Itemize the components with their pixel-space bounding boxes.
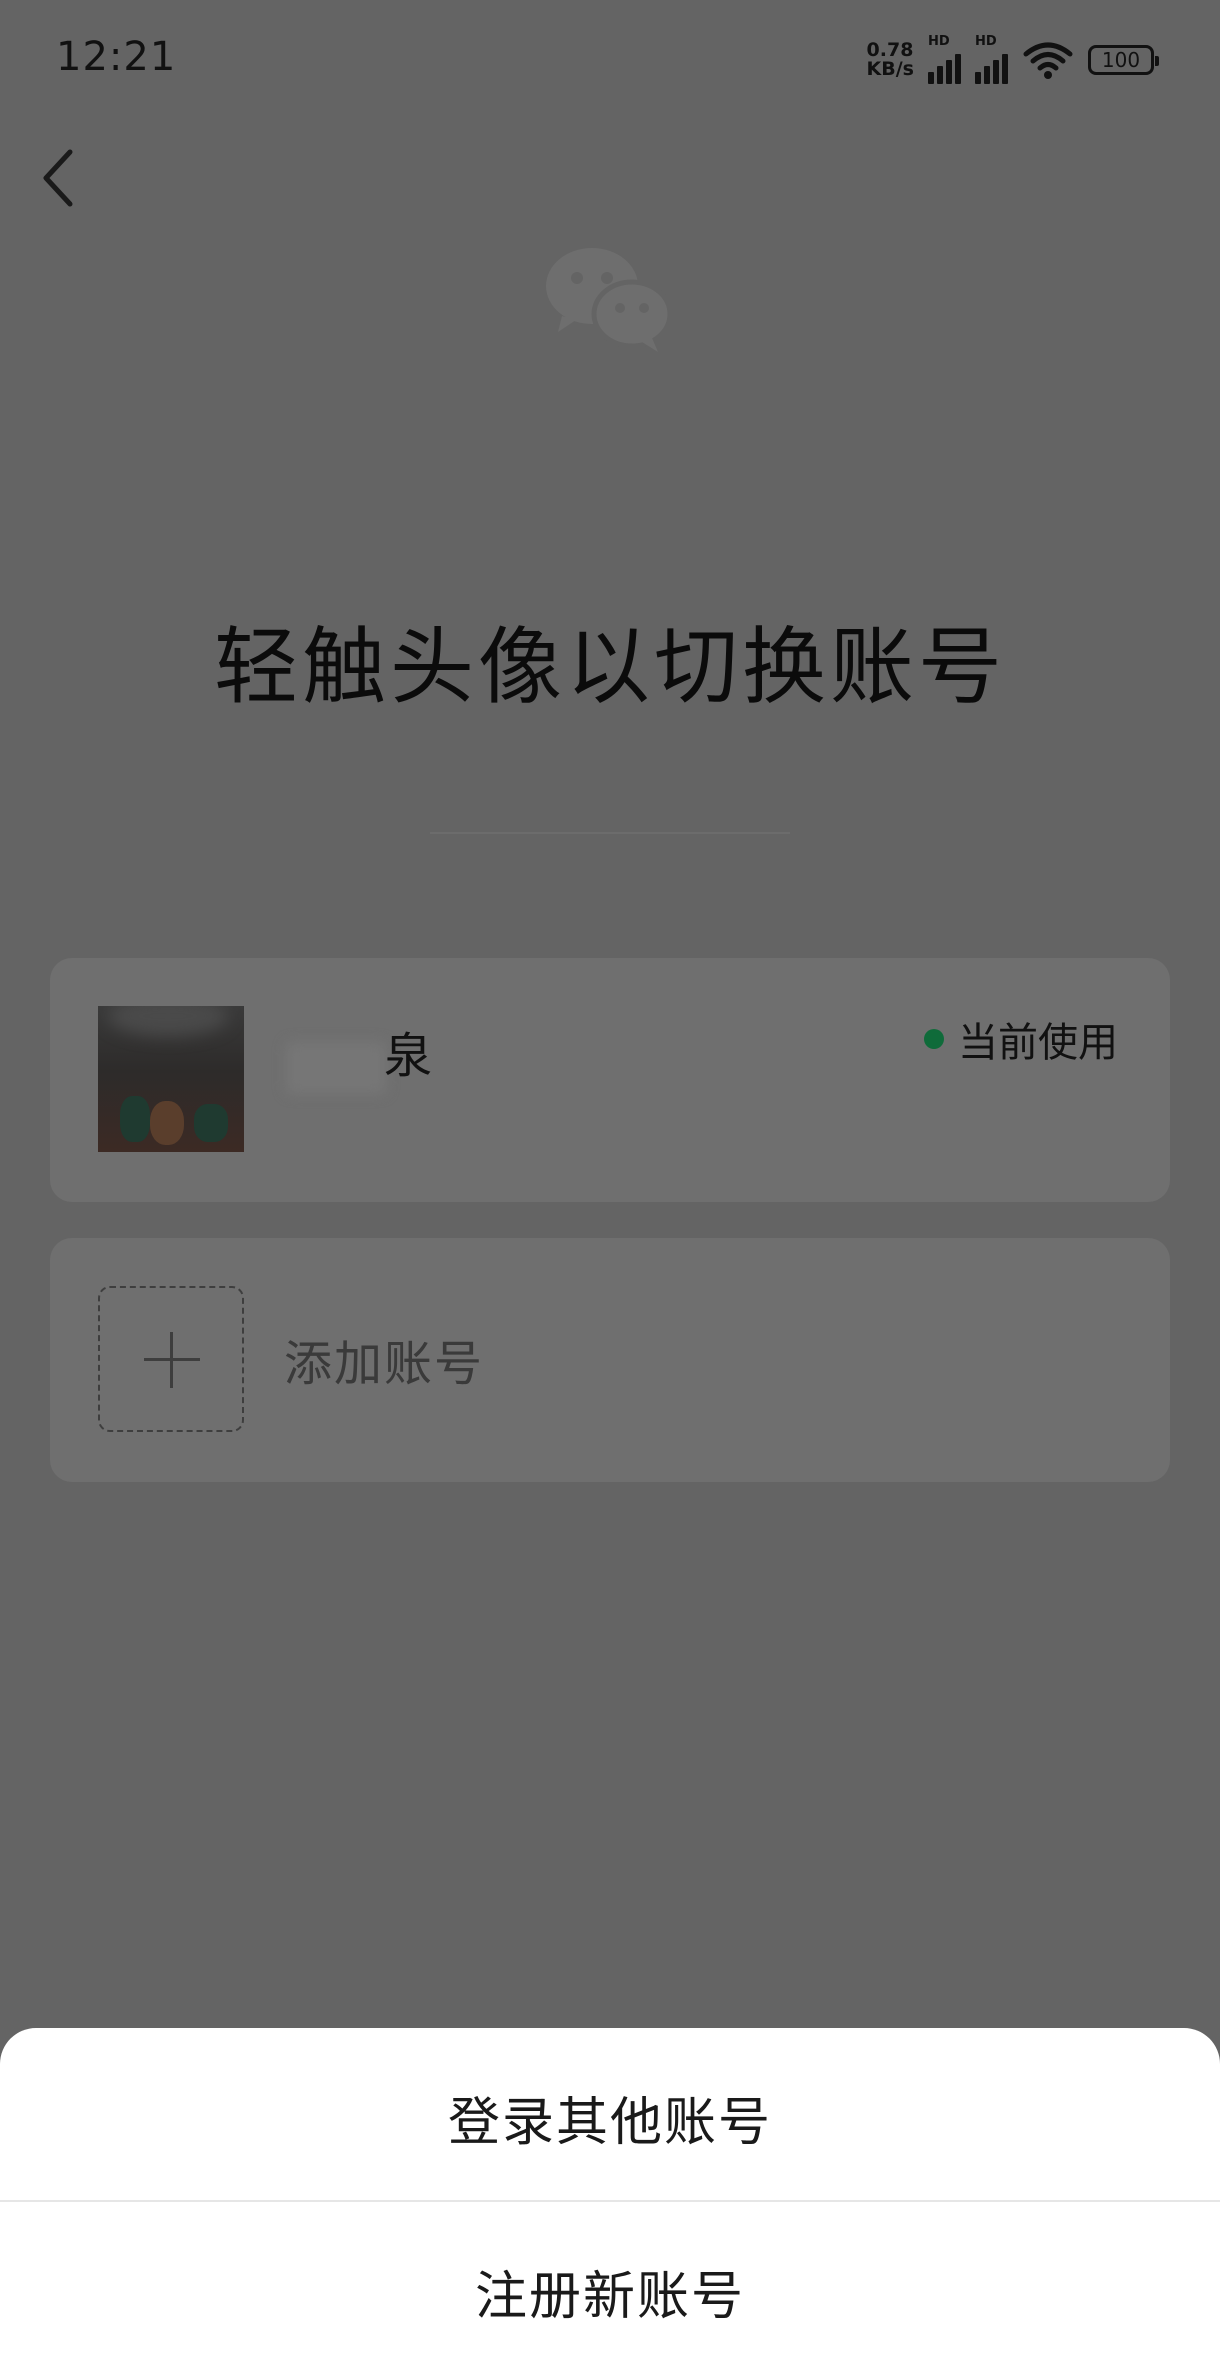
status-indicators: 0.78 KB/s HD HD 100: [867, 34, 1159, 84]
status-bar: 12:21 0.78 KB/s HD HD 100: [0, 0, 1220, 120]
account-switch-screen: 12:21 0.78 KB/s HD HD 100 轻触头像以切换账号 泉 当前…: [0, 0, 1220, 2359]
wifi-icon: [1023, 42, 1073, 79]
add-account-card[interactable]: 添加账号: [50, 1238, 1170, 1482]
sheet-divider: [0, 2200, 1220, 2202]
status-dot-icon: [924, 1029, 944, 1049]
add-account-label: 添加账号: [284, 1336, 485, 1392]
account-card-current[interactable]: 泉 当前使用: [50, 958, 1170, 1202]
login-other-account-button[interactable]: 登录其他账号: [0, 2080, 1220, 2155]
signal-strength-icon-2: HD: [975, 34, 1008, 84]
bottom-sheet: 登录其他账号 注册新账号: [0, 2028, 1220, 2359]
page-title: 轻触头像以切换账号: [213, 618, 1006, 716]
network-speed: 0.78 KB/s: [867, 41, 914, 79]
current-status-badge: 当前使用: [924, 1010, 1118, 1068]
register-new-account-button[interactable]: 注册新账号: [0, 2254, 1220, 2329]
chevron-left-icon: [43, 149, 73, 207]
battery-icon: 100: [1088, 45, 1159, 75]
network-speed-unit: KB/s: [866, 58, 914, 80]
title-divider: [430, 832, 790, 834]
signal-hd-label-2: HD: [975, 34, 997, 49]
back-button[interactable]: [34, 140, 94, 220]
wechat-logo-icon: [546, 248, 673, 352]
account-name: 泉: [384, 1028, 433, 1084]
current-status-label: 当前使用: [958, 1020, 1118, 1066]
battery-level: 100: [1101, 48, 1141, 72]
signal-strength-icon: HD: [928, 34, 961, 84]
avatar[interactable]: [98, 1006, 244, 1152]
name-redacted: [286, 1042, 386, 1094]
signal-hd-label: HD: [928, 34, 950, 49]
add-account-box[interactable]: [98, 1286, 244, 1432]
status-time: 12:21: [56, 34, 177, 80]
